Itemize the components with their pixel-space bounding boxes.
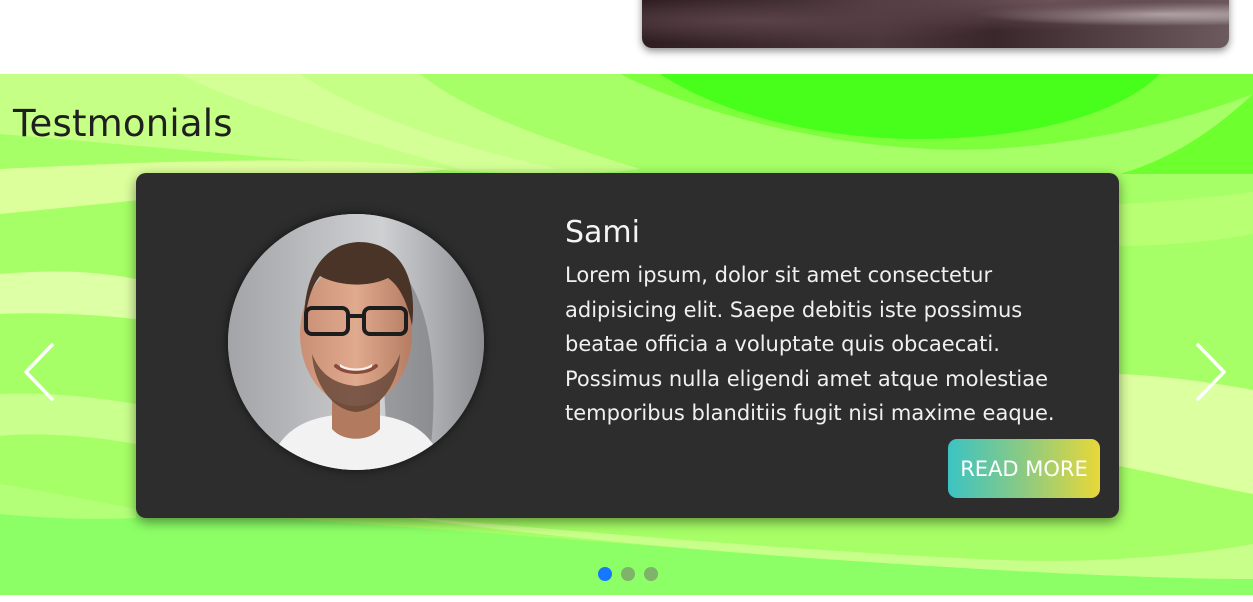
testimonial-name: Sami xyxy=(565,215,640,250)
carousel-indicators xyxy=(598,567,658,581)
testimonials-section: Testmonials Sami Lorem ipsum, dolor sit … xyxy=(0,74,1253,595)
testimonial-quote: Lorem ipsum, dolor sit amet consectetur … xyxy=(565,263,1055,425)
top-photo xyxy=(642,0,1229,48)
carousel-next-button[interactable] xyxy=(1192,342,1228,402)
chevron-right-icon xyxy=(1196,343,1226,401)
page-bottom-strip xyxy=(0,595,1253,602)
section-title: Testmonials xyxy=(13,102,233,145)
carousel-dot-2[interactable] xyxy=(621,567,635,581)
avatar xyxy=(228,214,484,470)
read-more-button[interactable]: READ MORE xyxy=(948,439,1100,498)
carousel-dot-3[interactable] xyxy=(644,567,658,581)
chevron-left-icon xyxy=(24,343,54,401)
person-portrait-icon xyxy=(228,214,484,470)
carousel-dot-1[interactable] xyxy=(598,567,612,581)
carousel-prev-button[interactable] xyxy=(22,342,58,402)
testimonial-card: Sami Lorem ipsum, dolor sit amet consect… xyxy=(136,173,1119,518)
